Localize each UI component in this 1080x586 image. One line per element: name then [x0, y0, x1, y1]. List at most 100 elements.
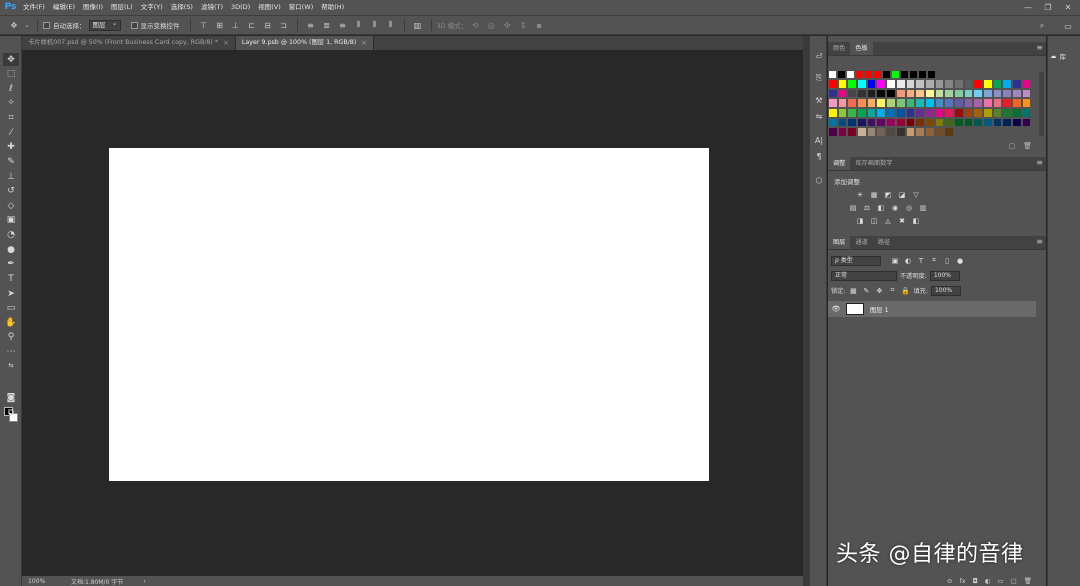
vibrance-icon[interactable]: ▽	[911, 190, 921, 200]
type-tool-icon[interactable]: T	[3, 272, 19, 285]
trash-icon[interactable]: 🗑	[1023, 142, 1032, 150]
brightness-contrast-icon[interactable]: ☀	[855, 190, 865, 200]
color-swatch[interactable]	[886, 127, 896, 138]
history-icon[interactable]: ⏎	[813, 50, 825, 62]
color-swatch[interactable]	[886, 108, 896, 118]
color-swatch[interactable]	[847, 117, 858, 128]
panel-menu-icon[interactable]: ≡	[1036, 43, 1043, 52]
marquee-tool-icon[interactable]: ⬚	[3, 67, 19, 80]
recent-swatch[interactable]	[846, 70, 855, 79]
more-tools-icon[interactable]: ⋯	[3, 345, 19, 358]
filter-type-icon[interactable]: T	[916, 256, 926, 266]
threshold-icon[interactable]: ◬	[883, 216, 893, 226]
trash-icon[interactable]: 🗑	[1024, 577, 1032, 585]
recent-swatch[interactable]	[918, 70, 927, 79]
color-swatch[interactable]	[847, 108, 858, 118]
blend-mode-dropdown[interactable]: 正常	[831, 270, 897, 281]
close-icon[interactable]: ×	[223, 36, 229, 50]
layer-style-icon[interactable]: fx	[959, 577, 965, 585]
color-swatch[interactable]	[828, 88, 838, 99]
color-swatch[interactable]	[983, 117, 993, 128]
opacity-input[interactable]: 100%	[929, 270, 960, 281]
align-right-icon[interactable]: ⊐	[278, 19, 290, 31]
dodge-tool-icon[interactable]: ●	[3, 243, 19, 256]
distribute-bottom-icon[interactable]: ≡	[337, 19, 349, 31]
crop-tool-icon[interactable]: ⌗	[3, 111, 19, 124]
color-swatch[interactable]	[895, 108, 906, 118]
color-swatch[interactable]	[953, 88, 964, 99]
color-swatch[interactable]	[857, 127, 867, 138]
color-swatch[interactable]	[934, 79, 945, 89]
color-swatch[interactable]	[983, 98, 993, 109]
new-layer-icon[interactable]: ▢	[1011, 577, 1017, 585]
color-swatch[interactable]	[992, 108, 1003, 118]
menu-file[interactable]: 文件(F)	[19, 0, 49, 15]
tab-swatches[interactable]: 色板	[850, 42, 873, 55]
color-swatch[interactable]	[1021, 88, 1032, 99]
color-swatch[interactable]	[895, 117, 906, 128]
zoom-readout[interactable]: 100%	[28, 578, 68, 585]
menu-image[interactable]: 图像(I)	[79, 0, 107, 15]
color-swatch[interactable]	[866, 108, 877, 118]
lock-artboard-icon[interactable]: ⌗	[887, 286, 897, 296]
visibility-eye-icon[interactable]: 👁	[830, 305, 842, 313]
color-swatch[interactable]	[944, 108, 954, 118]
menu-select[interactable]: 选择(S)	[167, 0, 197, 15]
rectangle-tool-icon[interactable]: ▭	[3, 301, 19, 314]
color-swatch[interactable]	[905, 108, 916, 118]
color-swatch[interactable]	[924, 108, 935, 118]
color-swatch[interactable]	[973, 108, 983, 118]
color-swatch[interactable]	[847, 127, 858, 138]
3d-slide-icon[interactable]: ⇕	[517, 19, 529, 31]
eyedropper-tool-icon[interactable]: ⁄	[3, 126, 19, 139]
eraser-tool-icon[interactable]: ◇	[3, 199, 19, 212]
status-menu-arrow[interactable]: ›	[143, 578, 145, 585]
auto-select-option[interactable]: 自动选择： 图层	[43, 15, 121, 35]
color-swatch[interactable]	[857, 98, 867, 109]
exposure-icon[interactable]: ◪	[897, 190, 907, 200]
posterize-icon[interactable]: ◫	[869, 216, 879, 226]
zoom-tool-icon[interactable]: ⚲	[3, 330, 19, 343]
color-swatch[interactable]	[915, 88, 925, 99]
recent-swatch[interactable]	[900, 70, 909, 79]
color-swatch[interactable]	[876, 127, 887, 138]
brush-tool-icon[interactable]: ✎	[3, 155, 19, 168]
menu-window[interactable]: 窗口(W)	[285, 0, 318, 15]
color-swatch[interactable]	[876, 79, 887, 89]
color-swatch[interactable]	[1021, 117, 1032, 128]
color-swatch[interactable]	[847, 98, 858, 109]
auto-select-dropdown[interactable]: 图层	[88, 19, 121, 31]
curves-icon[interactable]: ◩	[883, 190, 893, 200]
color-swatch[interactable]	[905, 79, 916, 89]
distribute-left-icon[interactable]: ⦀	[353, 19, 365, 31]
magic-wand-tool-icon[interactable]: ✧	[3, 96, 19, 109]
recent-swatch[interactable]	[837, 70, 846, 79]
swap-colors-icon[interactable]: ⇆	[3, 359, 19, 372]
filter-adjustment-icon[interactable]: ◐	[903, 256, 913, 266]
color-swatch[interactable]	[866, 88, 877, 99]
recent-swatch[interactable]	[855, 70, 864, 79]
recent-swatch[interactable]	[828, 70, 837, 79]
clone-source-icon[interactable]: ⚒	[813, 94, 825, 106]
color-swatch[interactable]	[837, 98, 848, 109]
menu-help[interactable]: 帮助(H)	[317, 0, 348, 15]
new-group-icon[interactable]: ▭	[997, 577, 1003, 585]
swatches-scrollbar[interactable]	[1039, 72, 1044, 136]
properties-icon[interactable]: ⇋	[813, 110, 825, 122]
color-swatch[interactable]	[1012, 79, 1022, 89]
color-swatch[interactable]	[837, 108, 848, 118]
tab-channels[interactable]: 通道	[850, 236, 872, 249]
minimize-button[interactable]: —	[1018, 3, 1038, 12]
color-swatch[interactable]	[973, 98, 983, 109]
color-swatch[interactable]	[963, 79, 974, 89]
pen-tool-icon[interactable]: ✒	[3, 257, 19, 270]
distribute-right-icon[interactable]: ⦀	[385, 19, 397, 31]
color-swatch[interactable]	[837, 127, 848, 138]
color-swatch[interactable]	[924, 117, 935, 128]
color-swatch[interactable]	[1012, 98, 1022, 109]
document-canvas[interactable]	[109, 148, 709, 481]
menu-view[interactable]: 视图(V)	[254, 0, 285, 15]
color-swatch[interactable]	[1012, 88, 1022, 99]
recent-swatch[interactable]	[882, 70, 891, 79]
color-swatch[interactable]	[1021, 108, 1032, 118]
